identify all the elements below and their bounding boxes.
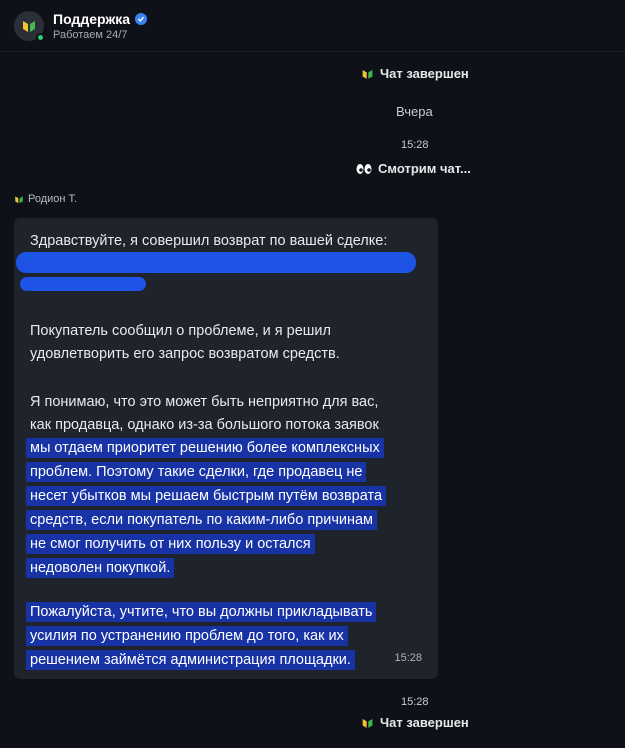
timestamp: 15:28: [401, 139, 429, 151]
support-avatar[interactable]: [14, 10, 45, 42]
system-chat-closed: Чат завершен: [361, 66, 469, 81]
chat-header: Поддержка Работаем 24/7: [0, 0, 625, 52]
system-watching: Смотрим чат...: [356, 161, 471, 176]
selected-text: недоволен покупкой.: [26, 558, 175, 578]
message-bubble[interactable]: Здравствуйте, я совершил возврат по ваше…: [14, 218, 438, 679]
online-indicator: [36, 32, 45, 42]
message-timestamp: 15:28: [394, 652, 422, 664]
leaf-badge-icon: [15, 195, 23, 203]
message-line: удовлетворить его запрос возвратом средс…: [30, 346, 340, 362]
selected-text: усилия по устранению проблем до того, ка…: [26, 626, 348, 646]
system-text: Чат завершен: [380, 66, 469, 81]
leaf-badge-icon: [362, 69, 373, 79]
message-sender[interactable]: Родион Т.: [14, 193, 77, 205]
leaf-badge-icon: [23, 20, 35, 32]
timestamp: 15:28: [401, 696, 429, 708]
selected-text: Пожалуйста, учтите, что вы должны прикла…: [26, 602, 377, 622]
selected-text: средств, если покупатель по каким-либо п…: [26, 510, 378, 530]
chat-title: Поддержка: [53, 10, 131, 27]
sender-name: Родион Т.: [28, 193, 78, 205]
system-text: Чат завершен: [380, 715, 469, 730]
eyes-icon: [356, 163, 372, 174]
selected-text: решением займётся администрация площадки…: [26, 650, 355, 670]
day-separator: Вчера: [396, 104, 433, 119]
message-line: как продавца, однако из-за большого пото…: [30, 417, 379, 433]
redacted-area: [20, 277, 146, 291]
redacted-area: [16, 252, 416, 273]
selected-text: мы отдаем приоритет решению более компле…: [26, 438, 384, 458]
message-line: Здравствуйте, я совершил возврат по ваше…: [30, 233, 388, 249]
message-line: Я понимаю, что это может быть неприятно …: [30, 394, 379, 410]
chat-subtitle: Работаем 24/7: [53, 28, 128, 41]
selected-text: проблем. Поэтому такие сделки, где прода…: [26, 462, 367, 482]
message-line: Покупатель сообщил о проблеме, и я решил: [30, 323, 331, 339]
system-chat-closed: Чат завершен: [361, 715, 469, 730]
selected-text: несет убытков мы решаем быстрым путём во…: [26, 486, 387, 506]
leaf-badge-icon: [362, 718, 373, 728]
verified-check-icon: [135, 12, 148, 25]
selected-text: не смог получить от них пользу и остался: [26, 534, 315, 554]
system-text: Смотрим чат...: [378, 161, 471, 176]
